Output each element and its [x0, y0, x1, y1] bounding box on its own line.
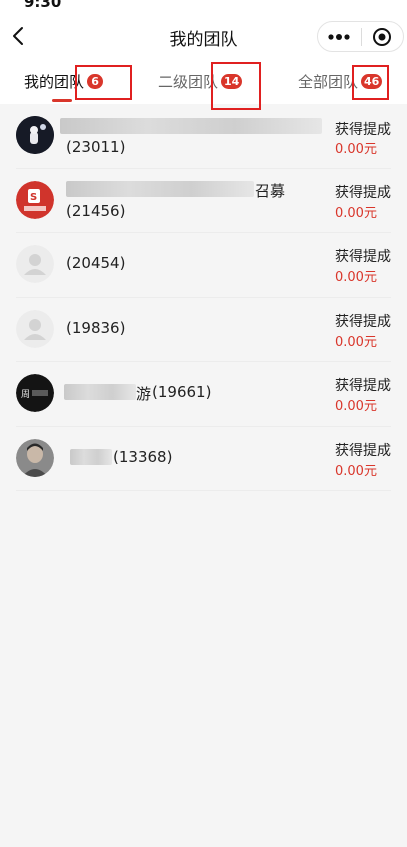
member-name: (21456)	[66, 201, 126, 220]
list-item[interactable]: (20454) 获得提成 0.00元	[0, 233, 407, 298]
commission-value: 0.00元	[335, 205, 377, 221]
list-item[interactable]: 周 游 (19661) 获得提成 0.00元	[0, 362, 407, 427]
commission-label: 获得提成	[335, 122, 391, 138]
member-name-visible: 召募	[255, 181, 286, 200]
member-list: (23011) 获得提成 0.00元 S 召募 (21456) 获得提成 0.0…	[0, 104, 407, 491]
name-redaction	[64, 384, 136, 400]
status-bar: 9:30	[0, 0, 407, 14]
commission-value: 0.00元	[335, 399, 377, 414]
member-name: (23011)	[66, 138, 126, 156]
count-badge: 46	[361, 74, 383, 89]
list-item[interactable]: (19836) 获得提成 0.00元	[0, 298, 407, 362]
member-name: (19661)	[152, 383, 212, 401]
svg-text:S: S	[30, 192, 37, 203]
target-circle-icon	[373, 27, 392, 46]
team-tabs: 我的团队 6 二级团队 14 全部团队 46	[0, 58, 407, 104]
tab-label: 全部团队	[298, 73, 359, 91]
count-badge: 6	[87, 74, 104, 89]
member-name: (13368)	[113, 447, 173, 466]
commission-label: 获得提成	[335, 313, 391, 330]
tab-all-team[interactable]: 全部团队 46	[298, 71, 383, 92]
member-name: (20454)	[66, 254, 126, 272]
commission-value: 0.00元	[335, 142, 377, 157]
commission-value: 0.00元	[335, 270, 377, 285]
avatar	[16, 116, 54, 154]
active-tab-indicator	[52, 99, 72, 102]
commission-label: 获得提成	[335, 249, 391, 265]
name-redaction	[60, 118, 322, 134]
commission-value: 0.00元	[335, 334, 377, 350]
name-redaction	[70, 448, 112, 465]
list-item[interactable]: (13368) 获得提成 0.00元	[0, 427, 407, 491]
member-name: (19836)	[66, 318, 126, 337]
commission-value: 0.00元	[335, 463, 377, 479]
nav-bar: 我的团队	[0, 14, 407, 58]
svg-text:周: 周	[21, 389, 30, 400]
more-dots-icon	[328, 33, 350, 40]
avatar: S	[16, 180, 54, 219]
close-miniprogram-button[interactable]	[361, 22, 403, 51]
avatar: 周	[16, 374, 54, 412]
row-divider	[16, 490, 391, 491]
tab-label: 二级团队	[158, 73, 219, 91]
avatar	[16, 438, 54, 477]
default-avatar-icon	[16, 309, 54, 348]
more-button[interactable]	[318, 22, 361, 51]
tab-my-team[interactable]: 我的团队 6	[24, 71, 104, 92]
capsule-menu	[317, 21, 404, 52]
tab-label: 我的团队	[24, 73, 85, 91]
status-time: 9:30	[24, 0, 62, 11]
list-item[interactable]: S 召募 (21456) 获得提成 0.00元	[0, 169, 407, 233]
member-name-visible: 游	[136, 385, 152, 403]
count-badge: 14	[221, 74, 243, 89]
commission-label: 获得提成	[335, 442, 391, 459]
tab-second-level-team[interactable]: 二级团队 14	[158, 71, 243, 92]
default-avatar-icon	[16, 245, 54, 283]
name-redaction	[66, 180, 254, 197]
commission-label: 获得提成	[335, 378, 391, 394]
commission-label: 获得提成	[335, 184, 391, 201]
list-item[interactable]: (23011) 获得提成 0.00元	[0, 104, 407, 169]
